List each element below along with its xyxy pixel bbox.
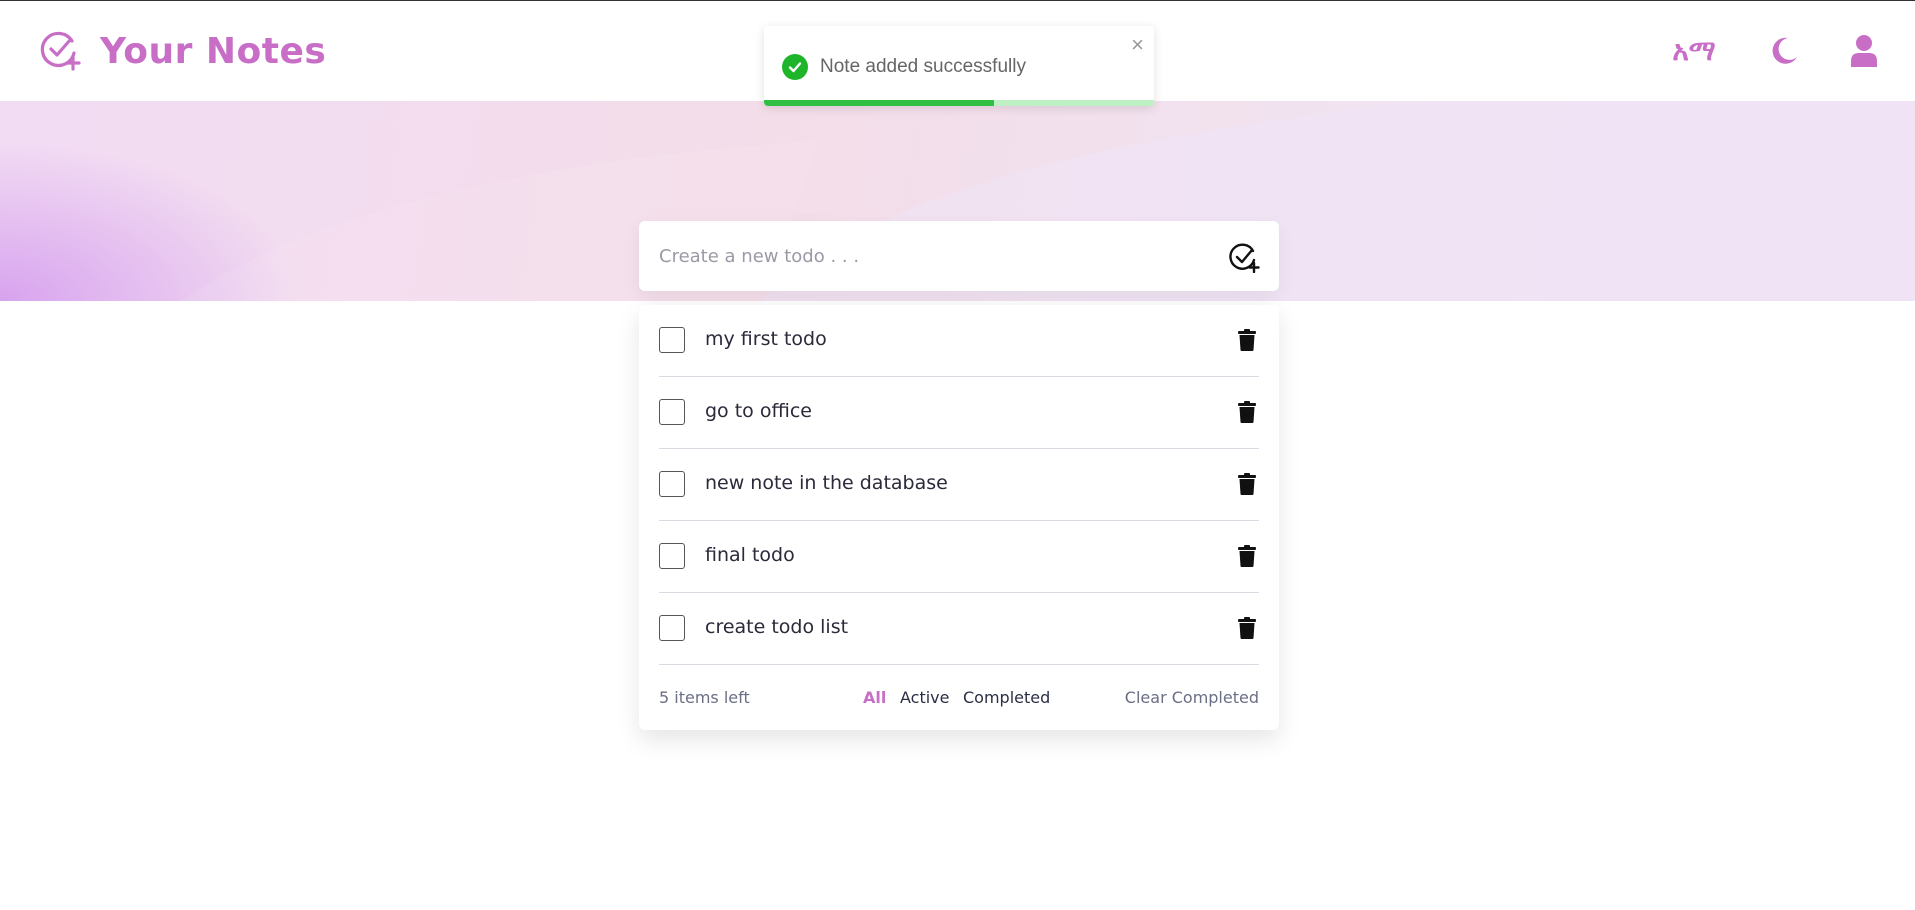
add-todo-button[interactable] [1228, 241, 1260, 274]
check-plus-icon [38, 27, 82, 75]
trash-icon[interactable] [1238, 329, 1256, 351]
todo-text: my first todo [705, 328, 827, 350]
toast-message: Note added successfully [820, 56, 1026, 77]
clear-completed-button[interactable]: Clear Completed [1125, 688, 1259, 707]
brand[interactable]: Your Notes [38, 27, 326, 75]
todo-item: my first todo [659, 305, 1259, 377]
todo-text: create todo list [705, 616, 849, 638]
check-plus-icon [1229, 243, 1260, 274]
todo-item: create todo list [659, 593, 1259, 665]
user-icon [1851, 35, 1877, 67]
todo-checkbox[interactable] [659, 399, 685, 425]
trash-icon[interactable] [1238, 401, 1256, 423]
todo-item: final todo [659, 521, 1259, 593]
filter-completed[interactable]: Completed [963, 688, 1050, 707]
items-left-count: 5 items left [659, 688, 750, 707]
moon-icon [1772, 37, 1797, 64]
todo-item: go to office [659, 377, 1259, 449]
todo-checkbox[interactable] [659, 543, 685, 569]
theme-toggle-button[interactable] [1764, 31, 1804, 71]
success-toast: Note added successfully × [764, 26, 1154, 106]
toast-close-button[interactable]: × [1131, 34, 1144, 56]
app-title: Your Notes [100, 30, 327, 72]
trash-icon[interactable] [1238, 545, 1256, 567]
toast-progress-track [764, 100, 1154, 106]
todo-checkbox[interactable] [659, 327, 685, 353]
success-check-icon [782, 54, 808, 80]
user-profile-button[interactable] [1842, 31, 1886, 71]
todo-text: go to office [705, 400, 812, 422]
trash-icon[interactable] [1238, 617, 1256, 639]
new-todo-input[interactable] [659, 243, 1199, 269]
filter-all[interactable]: All [863, 688, 886, 707]
todo-list-card: my first todo go to office new note in t… [639, 305, 1279, 730]
todo-checkbox[interactable] [659, 615, 685, 641]
todo-footer: 5 items left All Active Completed Clear … [659, 688, 1259, 712]
todo-text: new note in the database [705, 472, 948, 494]
toast-progress-bar [764, 100, 995, 106]
language-toggle-button[interactable]: አማ [1668, 31, 1720, 71]
filter-active[interactable]: Active [900, 688, 950, 707]
todo-item: new note in the database [659, 449, 1259, 521]
new-todo-card [639, 221, 1279, 291]
trash-icon[interactable] [1238, 473, 1256, 495]
todo-text: final todo [705, 544, 795, 566]
todo-checkbox[interactable] [659, 471, 685, 497]
